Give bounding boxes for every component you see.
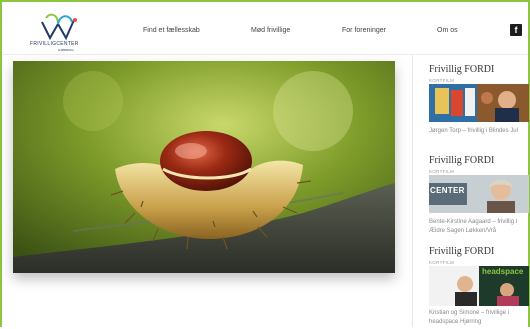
logo-link[interactable]: FRIVILLIGCENTER HJØRRING [2, 2, 102, 54]
chestnut-photo [13, 61, 395, 273]
sidebar-item-title[interactable]: Frivillig FORDI [429, 246, 494, 257]
video-thumbnail-headspace[interactable]: headspace [429, 266, 529, 306]
logo-subtext: HJØRRING [58, 48, 74, 52]
video-thumbnail-jorgen[interactable] [429, 84, 529, 122]
nav-mod-frivillige[interactable]: Mød frivillige [251, 27, 290, 34]
site-header: FRIVILLIGCENTER HJØRRING Find et fælless… [2, 2, 528, 55]
sidebar-item-caption[interactable]: Kristian og Simone – frivillige i headsp… [429, 309, 529, 327]
sidebar-item-tag: KORTFILM [429, 260, 455, 265]
nav-for-foreninger[interactable]: For foreninger [342, 27, 386, 34]
logo-wordmark: FRIVILLIGCENTER [30, 41, 79, 47]
sidebar-item-caption[interactable]: Bente-Kirstine Aagaard – frivillig i Æld… [429, 218, 529, 236]
sidebar-item-title[interactable]: Frivillig FORDI [429, 64, 494, 75]
thumbnail-text: headspace [482, 267, 524, 276]
sidebar-item-title[interactable]: Frivillig FORDI [429, 155, 494, 166]
sidebar-item-tag: KORTFILM [429, 78, 455, 83]
nav-om-os[interactable]: Om os [437, 27, 458, 34]
facebook-icon[interactable]: f [510, 24, 522, 36]
thumbnail-text: CENTER [430, 186, 465, 195]
nav-find-faellesskab[interactable]: Find et fællesskab [143, 27, 200, 34]
sidebar-item-caption[interactable]: Jørgen Torp – frivillig i Blindes Jul [429, 127, 529, 136]
hero-image [13, 61, 395, 273]
sidebar-item-tag: KORTFILM [429, 169, 455, 174]
video-thumbnail-bente[interactable]: CENTER [429, 175, 529, 213]
